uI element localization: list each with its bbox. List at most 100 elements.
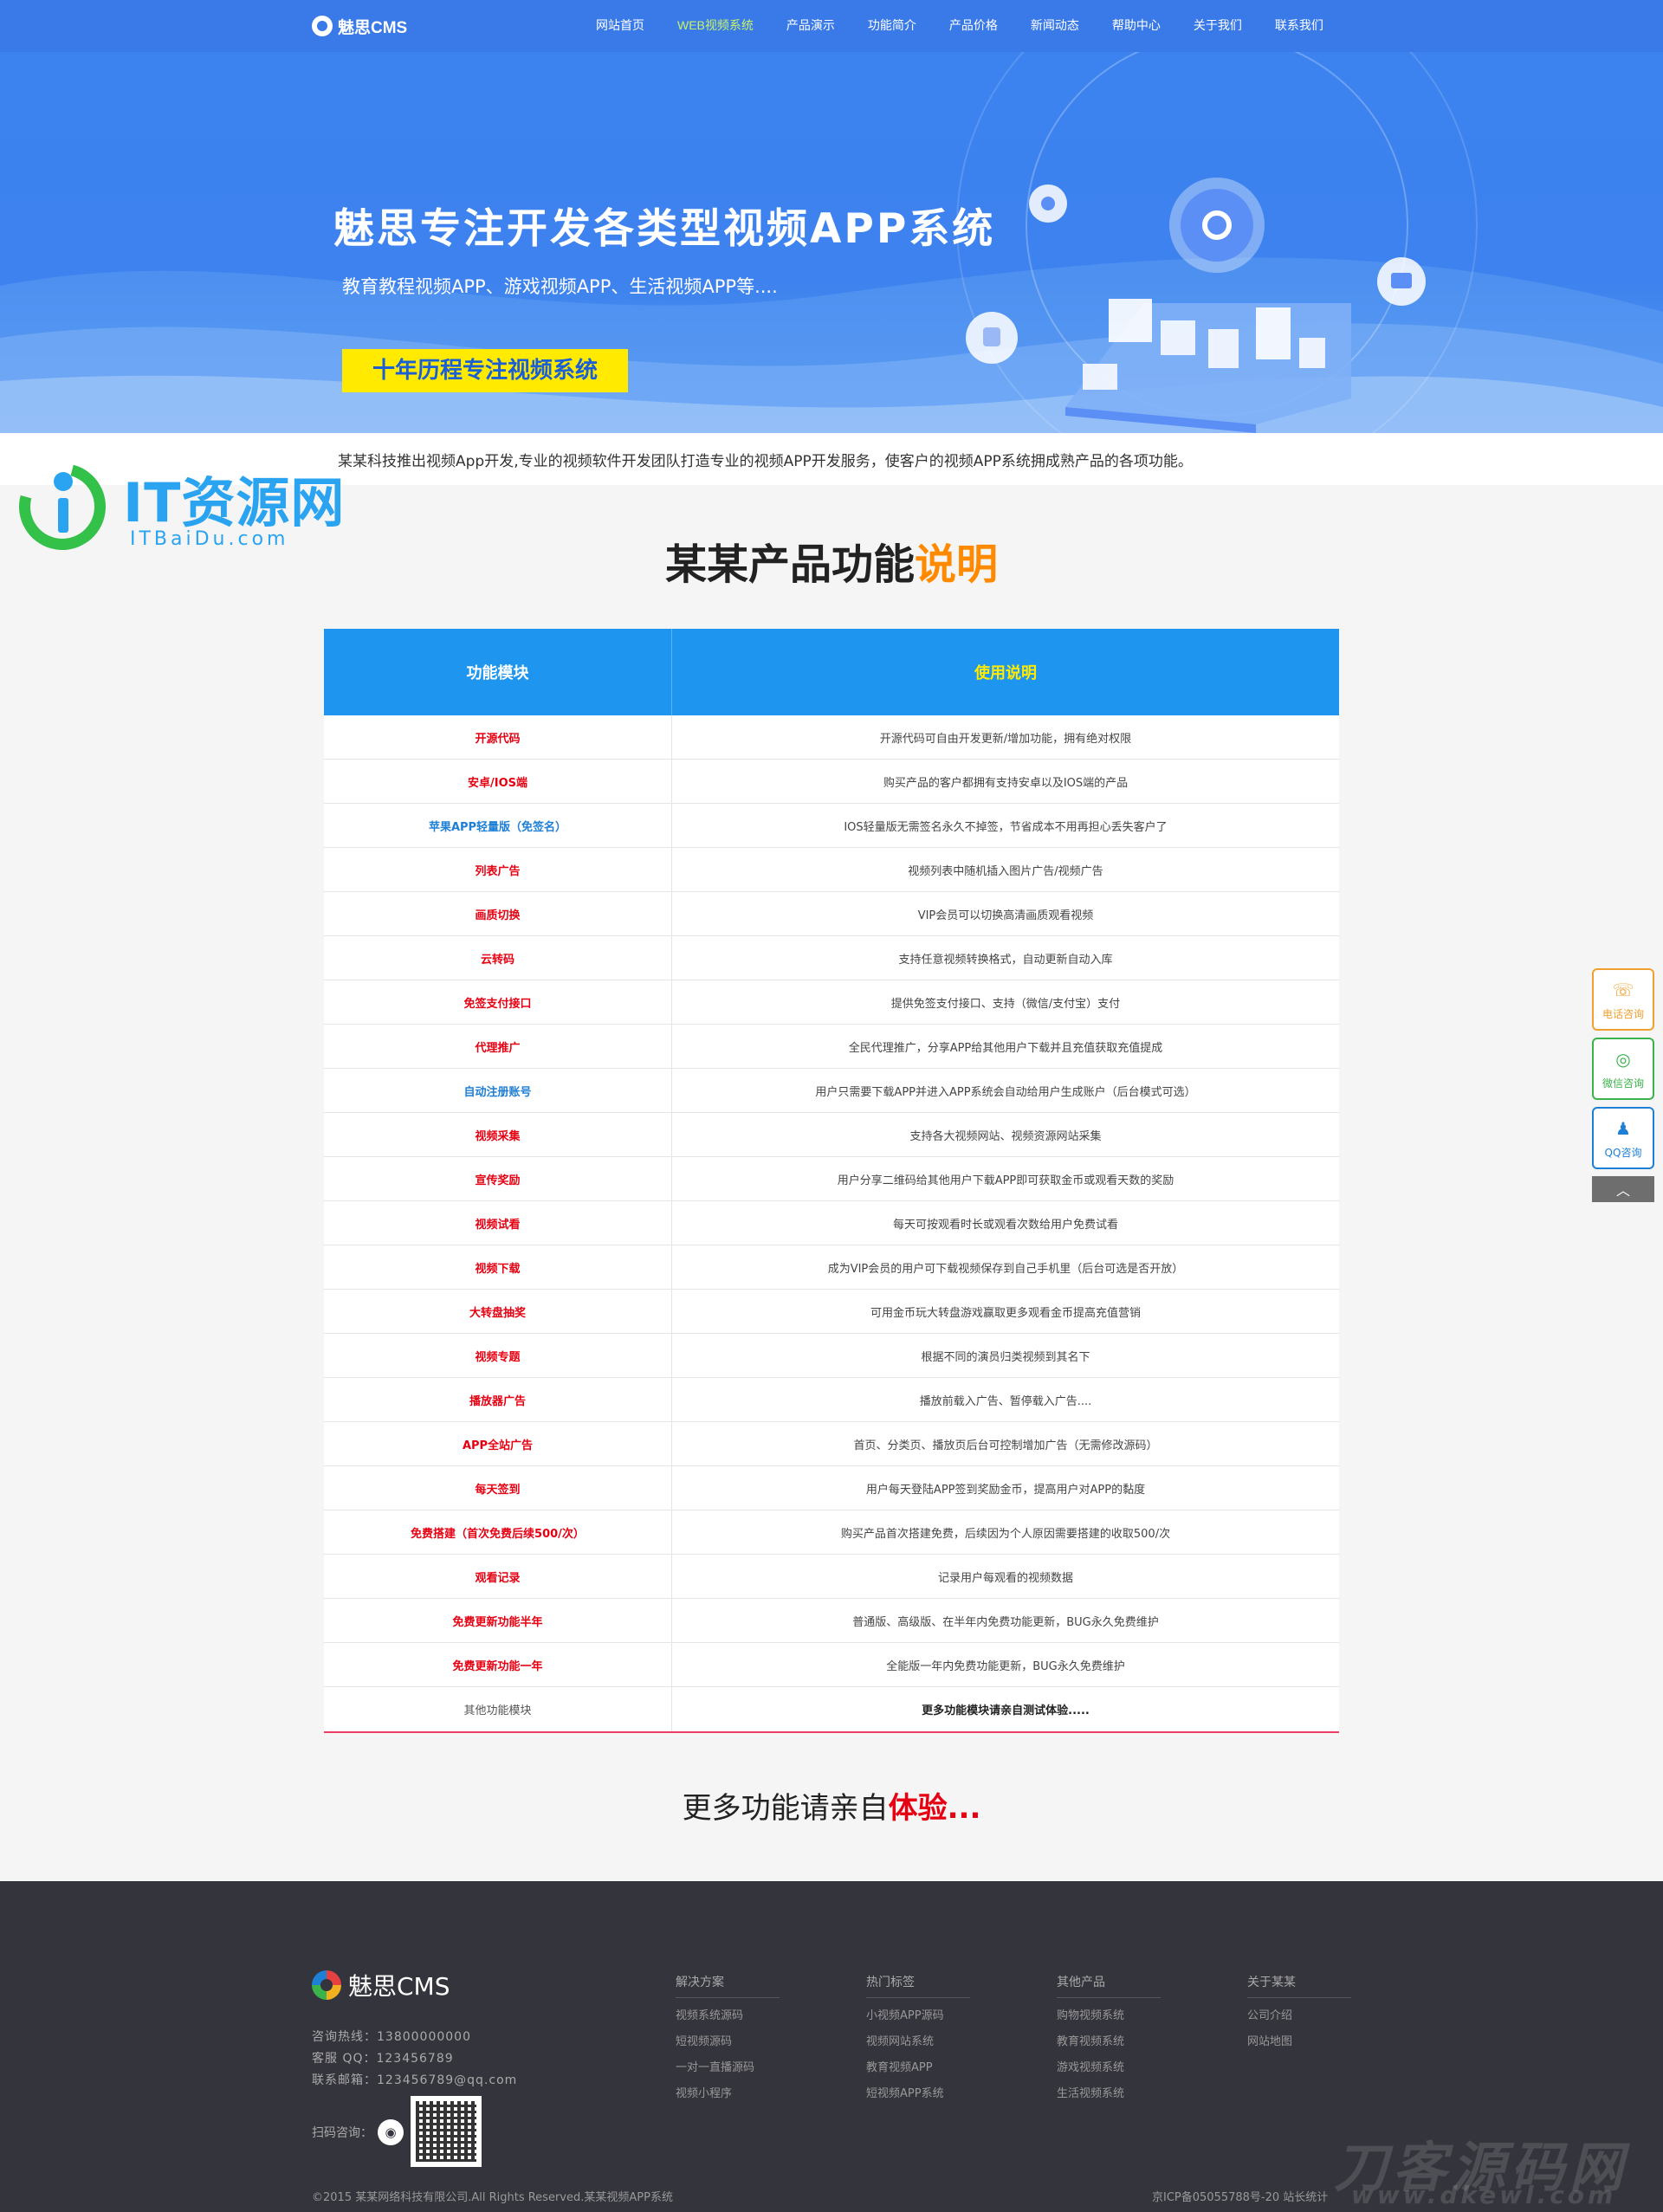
side-float: ☏ 电话咨询 ◎ 微信咨询 ♟ QQ咨询 ︿ bbox=[1592, 968, 1654, 1202]
feature-module-cell: 自动注册账号 bbox=[324, 1069, 672, 1112]
feature-desc-cell: 可用金币玩大转盘游戏赢取更多观看金币提高充值营销 bbox=[870, 1306, 1141, 1320]
feature-desc-cell: 更多功能模块请亲自测试体验..... bbox=[922, 1704, 1090, 1717]
feature-desc-cell: 首页、分类页、播放页后台可控制增加广告（无需修改源码） bbox=[853, 1439, 1158, 1452]
banner-title: 魅思专注开发各类型视频APP系统 bbox=[333, 205, 996, 253]
more-text: 更多功能请亲自 bbox=[682, 1791, 889, 1826]
footer-link[interactable]: 视频网站系统 bbox=[866, 2029, 970, 2055]
nav-item-news[interactable]: 新闻动态 bbox=[1017, 0, 1093, 52]
table-row: 其他功能模块 更多功能模块请亲自测试体验..... bbox=[324, 1687, 1339, 1731]
feature-table: 功能模块 使用说明 开源代码 开源代码可自由开发更新/增加功能，拥有绝对权限 安卓/… bbox=[324, 629, 1339, 1733]
table-row: 免费更新功能半年 普通版、高级版、在半年内免费功能更新，BUG永久免费维护 bbox=[324, 1599, 1339, 1643]
nav-item-help[interactable]: 帮助中心 bbox=[1098, 0, 1174, 52]
table-row: 播放器广告 播放前载入广告、暂停载入广告.... bbox=[324, 1378, 1339, 1422]
footer-link[interactable]: 视频系统源码 bbox=[676, 2003, 780, 2029]
footer-link[interactable]: 短视频源码 bbox=[676, 2029, 780, 2055]
site-footer: 魅思CMS 咨询热线：13800000000 客服 QQ：123456789 联… bbox=[0, 1881, 1663, 2212]
watermark-bar-icon bbox=[58, 498, 68, 533]
feature-module-cell: 视频试看 bbox=[324, 1201, 672, 1245]
footer-link[interactable]: 教育视频系统 bbox=[1057, 2029, 1161, 2055]
feature-module-cell: 列表广告 bbox=[324, 848, 672, 891]
banner-badge: 十年历程专注视频系统 bbox=[342, 349, 628, 392]
footer-hotline: 咨询热线：13800000000 bbox=[312, 2030, 471, 2044]
feature-desc-cell: 记录用户每观看的视频数据 bbox=[937, 1571, 1073, 1585]
footer-link[interactable]: 网站地图 bbox=[1247, 2029, 1351, 2055]
feature-module-cell: 视频采集 bbox=[324, 1113, 672, 1156]
phone-consult-label: 电话咨询 bbox=[1602, 1007, 1644, 1020]
chevron-up-icon: ︿ bbox=[1615, 1182, 1630, 1199]
nav-item-features[interactable]: 功能简介 bbox=[854, 0, 930, 52]
feature-desc-cell: 每天可按观看时长或观看次数给用户免费试看 bbox=[892, 1218, 1118, 1232]
footer-link[interactable]: 购物视频系统 bbox=[1057, 2003, 1161, 2029]
footer-watermark-url: www.dkewl.com bbox=[1351, 2181, 1617, 2209]
phone-icon: ☏ bbox=[1612, 979, 1634, 1000]
footer-link[interactable]: 教育视频APP bbox=[866, 2055, 970, 2081]
feature-module-cell: 宣传奖励 bbox=[324, 1157, 672, 1200]
footer-link[interactable]: 视频小程序 bbox=[676, 2081, 780, 2107]
icp-info: 京ICP备05055788号-20 站长统计 bbox=[1152, 2191, 1329, 2204]
wechat-consult-button[interactable]: ◎ 微信咨询 bbox=[1592, 1038, 1654, 1100]
footer-logo-text: 魅思CMS bbox=[348, 1972, 450, 2001]
back-to-top-button[interactable]: ︿ bbox=[1592, 1176, 1654, 1202]
logo-text: 魅思CMS bbox=[338, 18, 408, 37]
nav-item-about[interactable]: 关于我们 bbox=[1180, 0, 1256, 52]
watermark-dot-icon bbox=[54, 472, 73, 491]
footer-col-title: 热门标签 bbox=[866, 1973, 970, 1998]
wechat-icon: ◎ bbox=[1615, 1048, 1631, 1070]
feature-module-cell: 视频下载 bbox=[324, 1245, 672, 1289]
table-row: 每天签到 用户每天登陆APP签到奖励金币，提高用户对APP的黏度 bbox=[324, 1466, 1339, 1510]
wechat-consult-label: 微信咨询 bbox=[1602, 1077, 1644, 1090]
feature-desc-cell: 提供免签支付接口、支持（微信/支付宝）支付 bbox=[890, 997, 1121, 1011]
phone-consult-button[interactable]: ☏ 电话咨询 bbox=[1592, 968, 1654, 1031]
nav-item-pricing[interactable]: 产品价格 bbox=[935, 0, 1012, 52]
header-desc: 使用说明 bbox=[974, 664, 1037, 682]
footer-email: 联系邮箱：123456789@qq.com bbox=[312, 2073, 518, 2087]
qr-code bbox=[411, 2096, 482, 2167]
feature-module-cell: 画质切换 bbox=[324, 892, 672, 935]
table-row: 视频采集 支持各大视频网站、视频资源网站采集 bbox=[324, 1113, 1339, 1157]
footer-col-products: 其他产品 购物视频系统 教育视频系统 游戏视频系统 生活视频系统 bbox=[1057, 1973, 1161, 2107]
feature-desc-cell: 全能版一年内免费功能更新，BUG永久免费维护 bbox=[886, 1659, 1125, 1673]
table-row: 视频试看 每天可按观看时长或观看次数给用户免费试看 bbox=[324, 1201, 1339, 1245]
table-row: 免费更新功能一年 全能版一年内免费功能更新，BUG永久免费维护 bbox=[324, 1643, 1339, 1687]
footer-qq: 客服 QQ：123456789 bbox=[312, 2052, 454, 2066]
table-header: 功能模块 使用说明 bbox=[324, 629, 1339, 715]
footer-col-title: 解决方案 bbox=[676, 1973, 780, 1998]
nav-item-contact[interactable]: 联系我们 bbox=[1261, 0, 1337, 52]
footer-logo[interactable]: 魅思CMS bbox=[312, 1968, 450, 2002]
feature-desc-cell: 视频列表中随机插入图片广告/视频广告 bbox=[908, 864, 1103, 878]
footer-link[interactable]: 小视频APP源码 bbox=[866, 2003, 970, 2029]
table-row: 视频专题 根据不同的演员归类视频到其名下 bbox=[324, 1334, 1339, 1378]
table-row: 开源代码 开源代码可自由开发更新/增加功能，拥有绝对权限 bbox=[324, 715, 1339, 760]
feature-desc-cell: 购买产品首次搭建免费，后续因为个人原因需要搭建的收取500/次 bbox=[840, 1527, 1171, 1541]
table-row: 苹果APP轻量版（免签名） IOS轻量版无需签名永久不掉签，节省成本不用再担心丢失… bbox=[324, 804, 1339, 848]
footer-link[interactable]: 游戏视频系统 bbox=[1057, 2055, 1161, 2081]
feature-module-cell: 观看记录 bbox=[324, 1555, 672, 1598]
nav-item-home[interactable]: 网站首页 bbox=[582, 0, 658, 52]
table-row: 代理推广 全民代理推广，分享APP给其他用户下载并且充值获取充值提成 bbox=[324, 1025, 1339, 1069]
feature-desc-cell: 用户分享二维码给其他用户下载APP即可获取金币或观看天数的奖励 bbox=[837, 1174, 1174, 1187]
feature-desc-cell: 支持任意视频转换格式，自动更新自动入库 bbox=[898, 953, 1113, 967]
table-row: APP全站广告 首页、分类页、播放页后台可控制增加广告（无需修改源码） bbox=[324, 1422, 1339, 1466]
footer-col-title: 关于某某 bbox=[1247, 1973, 1351, 1998]
qq-consult-button[interactable]: ♟ QQ咨询 bbox=[1592, 1107, 1654, 1169]
qq-consult-label: QQ咨询 bbox=[1604, 1146, 1642, 1159]
footer-link[interactable]: 短视频APP系统 bbox=[866, 2081, 970, 2107]
site-logo[interactable]: 魅思CMS bbox=[312, 13, 407, 39]
qr-label: 扫码咨询： bbox=[312, 2126, 372, 2140]
watermark-text: IT资源网 bbox=[123, 471, 346, 534]
footer-link[interactable]: 一对一直播源码 bbox=[676, 2055, 780, 2081]
feature-module-cell: 视频专题 bbox=[324, 1334, 672, 1377]
footer-logo-icon bbox=[312, 1970, 341, 2000]
feature-module-cell: 大转盘抽奖 bbox=[324, 1290, 672, 1333]
nav-item-demo[interactable]: 产品演示 bbox=[773, 0, 849, 52]
table-row: 安卓/IOS端 购买产品的客户都拥有支持安卓以及IOS端的产品 bbox=[324, 760, 1339, 804]
footer-link[interactable]: 公司介绍 bbox=[1247, 2003, 1351, 2029]
section-title-highlight: 说明 bbox=[915, 540, 999, 589]
footer-link[interactable]: 生活视频系统 bbox=[1057, 2081, 1161, 2107]
footer-col-tags: 热门标签 小视频APP源码 视频网站系统 教育视频APP 短视频APP系统 bbox=[866, 1973, 970, 2107]
feature-desc-cell: 开源代码可自由开发更新/增加功能，拥有绝对权限 bbox=[879, 732, 1132, 746]
footer-col-solutions: 解决方案 视频系统源码 短视频源码 一对一直播源码 视频小程序 bbox=[676, 1973, 780, 2107]
qq-icon: ♟ bbox=[1615, 1117, 1631, 1139]
table-row: 列表广告 视频列表中随机插入图片广告/视频广告 bbox=[324, 848, 1339, 892]
nav-item-web-video[interactable]: WEB视频系统 bbox=[663, 0, 767, 52]
